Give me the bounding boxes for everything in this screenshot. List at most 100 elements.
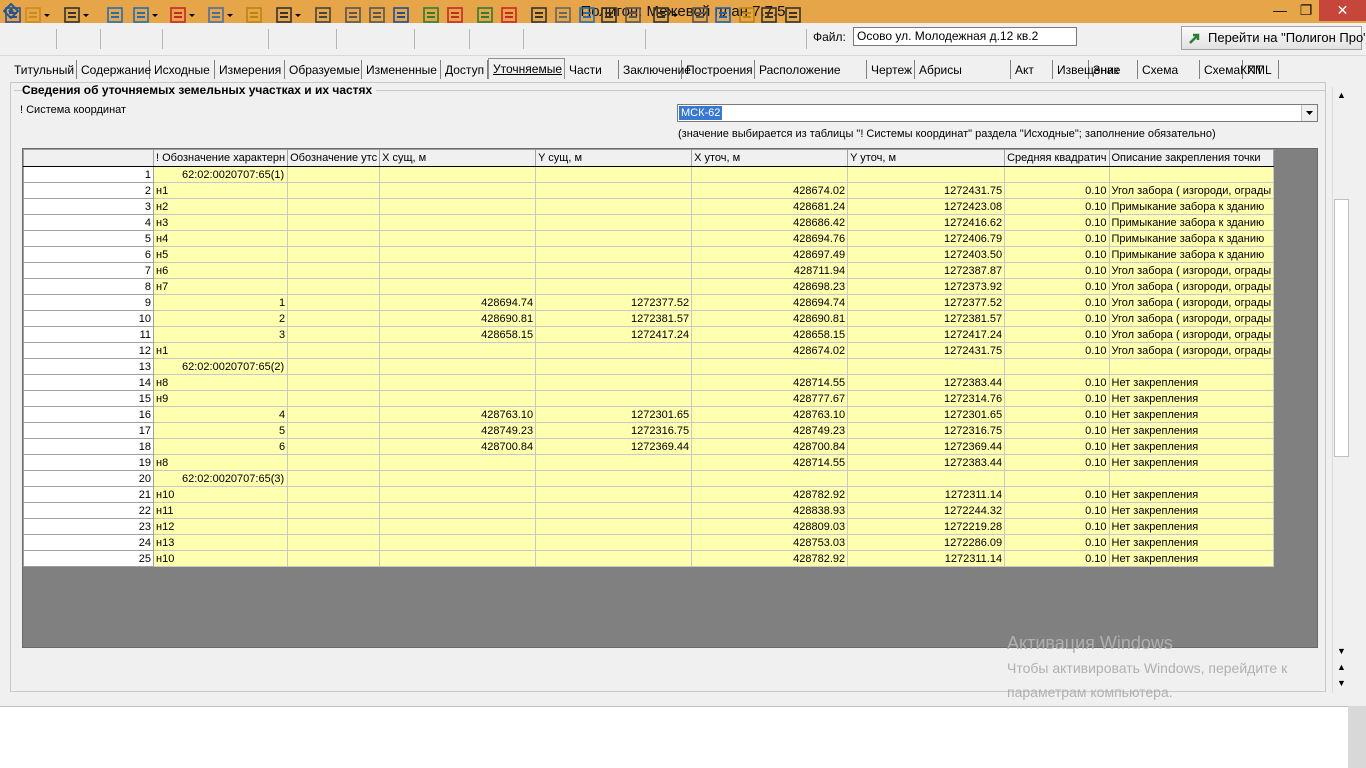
table-cell[interactable]: Угол забора ( изгороди, ограды (1108, 182, 1275, 199)
table-cell[interactable]: 0.10 (1004, 214, 1110, 231)
close-button[interactable]: ✕ (1319, 0, 1366, 21)
transfer-icon[interactable] (244, 5, 264, 27)
table-cell[interactable]: Нет закрепления (1108, 438, 1275, 455)
table-cell[interactable]: 428777.67 (691, 390, 849, 407)
refresh-icon[interactable] (713, 5, 733, 27)
table-cell[interactable]: 1272406.79 (847, 230, 1006, 247)
table-cell[interactable] (287, 454, 381, 471)
column-header[interactable]: Обозначение утс (287, 149, 381, 167)
tab-13[interactable]: Чертеж (867, 60, 915, 79)
table-cell[interactable]: 1272431.75 (847, 182, 1006, 199)
table-cell[interactable] (1004, 470, 1110, 487)
table-cell[interactable]: 1272373.92 (847, 278, 1006, 295)
table-row[interactable]: 12 н1 428674.02 1272431.75 0.10 Угол забора (… (23, 342, 1275, 359)
table-cell[interactable] (379, 262, 537, 279)
table-cell[interactable]: 0.10 (1004, 502, 1110, 519)
table-row[interactable]: 1 62:02:0020707:65(1) (23, 166, 1275, 183)
table-cell[interactable]: н4 (152, 230, 289, 247)
table-cell[interactable]: 1272286.09 (847, 534, 1006, 551)
table-cell[interactable]: 0.10 (1004, 390, 1110, 407)
table-cell[interactable] (287, 502, 381, 519)
tab-18[interactable]: Схема (1138, 60, 1200, 79)
table-cell[interactable] (535, 262, 693, 279)
table-cell[interactable] (379, 470, 537, 487)
table-cell[interactable]: Нет закрепления (1108, 534, 1275, 551)
search-icon[interactable] (651, 5, 671, 27)
tab-11[interactable]: Построения (682, 60, 755, 79)
tab-20[interactable]: XML (1243, 60, 1279, 79)
table-cell[interactable] (535, 518, 693, 535)
table-row[interactable]: 25 н10 428782.92 1272311.14 0.10 Нет закрепле… (23, 550, 1275, 567)
table-cell[interactable]: 428690.81 (379, 310, 537, 327)
import-xml-icon[interactable] (131, 5, 151, 27)
table-cell[interactable] (287, 310, 381, 327)
table-cell[interactable]: 428809.03 (691, 518, 849, 535)
tab-10[interactable]: Заключение (619, 60, 691, 79)
tab-1[interactable]: Титульный (10, 60, 77, 79)
table-cell[interactable]: 1272377.52 (847, 294, 1006, 311)
table-cell[interactable]: Нет закрепления (1108, 390, 1275, 407)
dropdown-arrow-icon[interactable] (43, 5, 51, 27)
table-cell[interactable]: Нет закрепления (1108, 454, 1275, 471)
table-row[interactable]: 21 н10 428782.92 1272311.14 0.10 Нет закрепле… (23, 486, 1275, 503)
table-cell[interactable]: 1272219.28 (847, 518, 1006, 535)
table-cell[interactable]: 428700.84 (691, 438, 849, 455)
table-cell[interactable]: 428782.92 (691, 550, 849, 567)
table-cell[interactable]: 428674.02 (691, 182, 849, 199)
table-row[interactable]: 18 6 428700.84 1272369.44 428700.84 1272369.4… (23, 438, 1275, 455)
table-cell[interactable]: 428763.10 (691, 406, 849, 423)
envelope-icon[interactable] (690, 5, 710, 27)
column-header[interactable]: X уточ, м (691, 149, 849, 167)
table-cell[interactable]: 62:02:0020707:65(3) (152, 470, 289, 487)
table-cell[interactable]: 428694.76 (691, 230, 849, 247)
add-row-icon[interactable] (421, 5, 441, 27)
table-cell[interactable] (535, 182, 693, 199)
new-doc-icon[interactable] (3, 5, 23, 27)
undo-icon[interactable] (391, 5, 411, 27)
table-cell[interactable]: 1272369.44 (847, 438, 1006, 455)
table-row[interactable]: 8 н7 428698.23 1272373.92 0.10 Угол забора ( … (23, 278, 1275, 295)
table-cell[interactable]: 428714.55 (691, 454, 849, 471)
table-row[interactable]: 4 н3 428686.42 1272416.62 0.10 Примыкание заб… (23, 214, 1275, 231)
table-cell[interactable] (287, 406, 381, 423)
table-cell[interactable]: 428694.74 (379, 294, 537, 311)
table-row[interactable]: 10 2 428690.81 1272381.57 428690.81 1272381.5… (23, 310, 1275, 327)
table-cell[interactable]: 1272383.44 (847, 454, 1006, 471)
table-cell[interactable]: н12 (152, 518, 289, 535)
whats-this-icon[interactable] (759, 5, 779, 27)
table-cell[interactable]: 0.10 (1004, 246, 1110, 263)
dropdown-arrow-icon[interactable] (151, 5, 159, 27)
table-cell[interactable] (535, 166, 693, 183)
table-cell[interactable] (379, 550, 537, 567)
table-cell[interactable]: 428749.23 (691, 422, 849, 439)
table-cell[interactable]: 428838.93 (691, 502, 849, 519)
table-cell[interactable] (535, 550, 693, 567)
table-cell[interactable]: 428714.55 (691, 374, 849, 391)
preview-icon[interactable] (313, 5, 333, 27)
table-row[interactable]: 11 3 428658.15 1272417.24 428658.15 1272417.2… (23, 326, 1275, 343)
table-cell[interactable]: 1272311.14 (847, 486, 1006, 503)
table-cell[interactable] (287, 438, 381, 455)
table-cell[interactable] (287, 262, 381, 279)
table-cell[interactable]: Нет закрепления (1108, 422, 1275, 439)
maximize-button[interactable]: ❐ (1293, 0, 1319, 21)
table-cell[interactable] (535, 342, 693, 359)
table-cell[interactable]: 1272369.44 (535, 438, 693, 455)
table-cell[interactable] (287, 278, 381, 295)
table-row[interactable]: 24 н13 428753.03 1272286.09 0.10 Нет закрепле… (23, 534, 1275, 551)
export-xml-icon[interactable] (105, 5, 125, 27)
table-cell[interactable] (379, 390, 537, 407)
table-cell[interactable]: 428698.23 (691, 278, 849, 295)
table-row[interactable]: 14 н8 428714.55 1272383.44 0.10 Нет закреплен… (23, 374, 1275, 391)
table-row[interactable]: 20 62:02:0020707:65(3) (23, 470, 1275, 487)
table-cell[interactable]: 1272316.75 (535, 422, 693, 439)
tab-19[interactable]: СхемаКПТ (1200, 60, 1263, 79)
column-header[interactable]: ! Обозначение характерн (152, 149, 289, 167)
tab-14[interactable]: Абрисы (915, 60, 1011, 79)
column-header[interactable]: Y уточ, м (847, 149, 1006, 167)
table-cell[interactable]: 428686.42 (691, 214, 849, 231)
table-cell[interactable] (287, 486, 381, 503)
table-cell[interactable]: н9 (152, 390, 289, 407)
table-cell[interactable] (535, 470, 693, 487)
table-cell[interactable]: 1272431.75 (847, 342, 1006, 359)
